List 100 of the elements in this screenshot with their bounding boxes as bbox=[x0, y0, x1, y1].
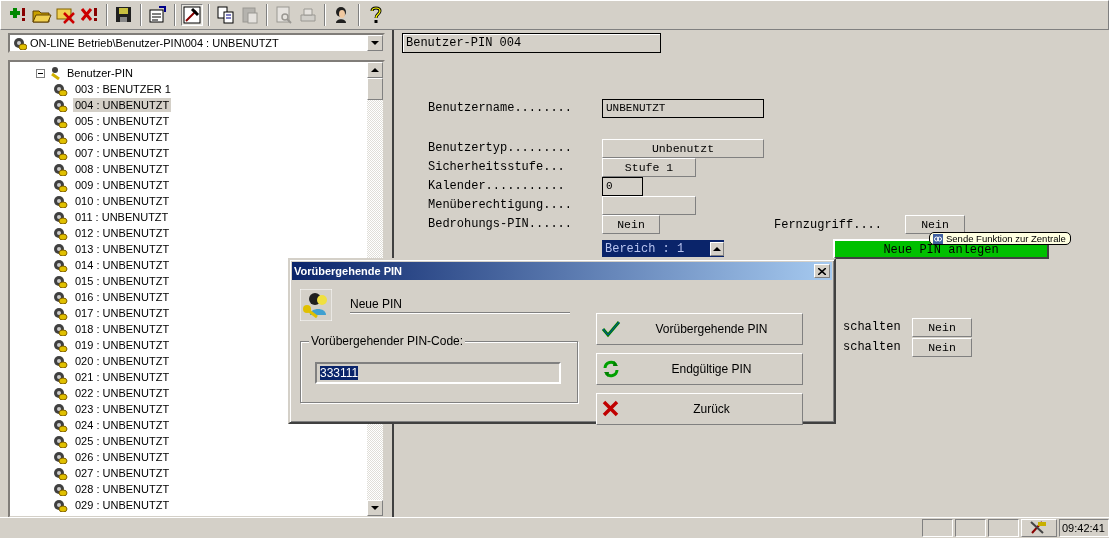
tree-item[interactable]: 022 : UNBENUTZT bbox=[73, 386, 172, 400]
gear-icon bbox=[52, 498, 70, 512]
scroll-down-button[interactable] bbox=[367, 500, 383, 516]
down-arrow-icon bbox=[371, 505, 379, 511]
tree-item[interactable]: 010 : UNBENUTZT bbox=[73, 194, 172, 208]
tree-item[interactable]: 016 : UNBENUTZT bbox=[73, 290, 172, 304]
gear-icon bbox=[52, 162, 70, 176]
status-panel bbox=[988, 519, 1019, 537]
tree-item[interactable]: 014 : UNBENUTZT bbox=[73, 258, 172, 272]
up-arrow-icon bbox=[713, 246, 721, 252]
tree-item[interactable]: 009 : UNBENUTZT bbox=[73, 178, 172, 192]
gear-icon bbox=[52, 434, 70, 448]
area-spinner[interactable]: Bereich : 1 bbox=[602, 240, 724, 257]
printer-icon bbox=[298, 5, 318, 25]
field-label: Bedrohungs-PIN...... bbox=[428, 216, 574, 233]
close-button[interactable] bbox=[814, 264, 830, 278]
value-button[interactable]: Stufe 1 bbox=[602, 158, 696, 177]
dialog-button[interactable]: Vorübergehende PIN bbox=[596, 313, 803, 345]
tree-toggle-icon bbox=[36, 69, 45, 79]
gear-icon bbox=[52, 290, 70, 304]
value-button[interactable]: Nein bbox=[905, 215, 965, 234]
tree-item[interactable]: 026 : UNBENUTZT bbox=[73, 450, 172, 464]
path-dropdown[interactable]: ON-LINE Betrieb\Benutzer-PIN\004 : UNBENUTZT bbox=[8, 33, 385, 53]
tree-item[interactable]: 007 : UNBENUTZT bbox=[73, 146, 172, 160]
gear-icon bbox=[52, 386, 70, 400]
gear-icon bbox=[52, 338, 70, 352]
field-label: Fernzugriff.... bbox=[774, 216, 884, 234]
value-button[interactable] bbox=[602, 196, 696, 215]
gear-icon bbox=[52, 178, 70, 192]
folder-cross-icon bbox=[56, 5, 76, 25]
value-button[interactable]: Unbenutzt bbox=[602, 139, 764, 158]
toolbar-button[interactable] bbox=[181, 4, 203, 26]
toolbar-button[interactable] bbox=[215, 4, 237, 26]
text-field[interactable]: 0 bbox=[602, 177, 643, 196]
field-label: schalten bbox=[843, 339, 902, 356]
tree-item[interactable]: 023 : UNBENUTZT bbox=[73, 402, 172, 416]
tree-item[interactable]: 028 : UNBENUTZT bbox=[73, 482, 172, 496]
tree-item[interactable]: 021 : UNBENUTZT bbox=[73, 370, 172, 384]
value-button[interactable]: Nein bbox=[912, 337, 972, 357]
tree-item[interactable]: 003 : BENUTZER 1 bbox=[73, 82, 173, 96]
tree-item[interactable]: 004 : UNBENUTZT bbox=[73, 98, 172, 112]
pin-field[interactable]: 333111 bbox=[315, 362, 561, 384]
dialog-heading: Neue PIN bbox=[350, 289, 570, 313]
tree-item[interactable]: 008 : UNBENUTZT bbox=[73, 162, 172, 176]
gear-icon bbox=[52, 274, 70, 288]
copy-icon bbox=[216, 5, 236, 25]
refresh-icon bbox=[601, 359, 621, 379]
gear-icon bbox=[52, 210, 70, 224]
tree-item[interactable]: 024 : UNBENUTZT bbox=[73, 418, 172, 432]
users-key-icon bbox=[300, 289, 332, 321]
preview-icon bbox=[274, 5, 294, 25]
gear-icon bbox=[52, 418, 70, 432]
dialog-title: Vorübergehende PIN bbox=[294, 263, 402, 279]
tree-item[interactable]: 019 : UNBENUTZT bbox=[73, 338, 172, 352]
tree-item[interactable]: 017 : UNBENUTZT bbox=[73, 306, 172, 320]
field-label: Benutzertyp......... bbox=[428, 140, 574, 157]
tree-item[interactable]: 015 : UNBENUTZT bbox=[73, 274, 172, 288]
tree-item[interactable]: 025 : UNBENUTZT bbox=[73, 434, 172, 448]
tree-item[interactable]: 013 : UNBENUTZT bbox=[73, 242, 172, 256]
status-panel bbox=[922, 519, 953, 537]
value-button[interactable]: Nein bbox=[602, 215, 660, 234]
tree-item[interactable]: Benutzer-PIN bbox=[65, 66, 136, 80]
field-label: Benutzername........ bbox=[428, 100, 574, 117]
text-field[interactable]: UNBENUTZT bbox=[602, 99, 764, 118]
tree-item[interactable]: 029 : UNBENUTZT bbox=[73, 498, 172, 512]
form-title: Benutzer-PIN 004 bbox=[402, 33, 661, 53]
gear-icon bbox=[52, 242, 70, 256]
dialog-button[interactable]: Zurück bbox=[596, 393, 803, 425]
properties-icon bbox=[148, 5, 168, 25]
tree-item[interactable]: 020 : UNBENUTZT bbox=[73, 354, 172, 368]
toolbar-button[interactable] bbox=[147, 4, 169, 26]
gear-icon bbox=[52, 402, 70, 416]
gear-icon bbox=[52, 146, 70, 160]
group-label: Vorübergehender PIN-Code: bbox=[309, 334, 466, 348]
scrollbar-thumb[interactable] bbox=[367, 78, 383, 100]
field-label: Kalender........... bbox=[428, 178, 566, 195]
cross-icon bbox=[601, 399, 621, 419]
tree-item[interactable]: 005 : UNBENUTZT bbox=[73, 114, 172, 128]
gear-icon bbox=[52, 370, 70, 384]
tree-item[interactable]: 012 : UNBENUTZT bbox=[73, 226, 172, 240]
status-time: 09:42:41 bbox=[1059, 519, 1109, 537]
value-button[interactable]: Nein bbox=[912, 317, 972, 337]
status-panel bbox=[955, 519, 986, 537]
gear-icon bbox=[52, 322, 70, 336]
dialog-button[interactable]: Endgültige PIN bbox=[596, 353, 803, 385]
gear-icon bbox=[52, 194, 70, 208]
tooltip: Sende Funktion zur Zentrale bbox=[929, 232, 1071, 245]
tree-item[interactable]: 011 : UNBENUTZT bbox=[73, 210, 171, 224]
tools-button[interactable] bbox=[1021, 519, 1057, 537]
close-icon bbox=[818, 267, 826, 275]
gear-icon bbox=[52, 226, 70, 240]
scroll-up-button[interactable] bbox=[367, 62, 383, 78]
tree-item[interactable]: 027 : UNBENUTZT bbox=[73, 466, 172, 480]
tree-item[interactable]: 006 : UNBENUTZT bbox=[73, 130, 172, 144]
gear-icon bbox=[52, 82, 70, 96]
gear-icon bbox=[52, 114, 70, 128]
gear-icon bbox=[52, 130, 70, 144]
gear-icon bbox=[12, 36, 27, 50]
tree-item[interactable]: 018 : UNBENUTZT bbox=[73, 322, 172, 336]
gear-icon bbox=[52, 306, 70, 320]
